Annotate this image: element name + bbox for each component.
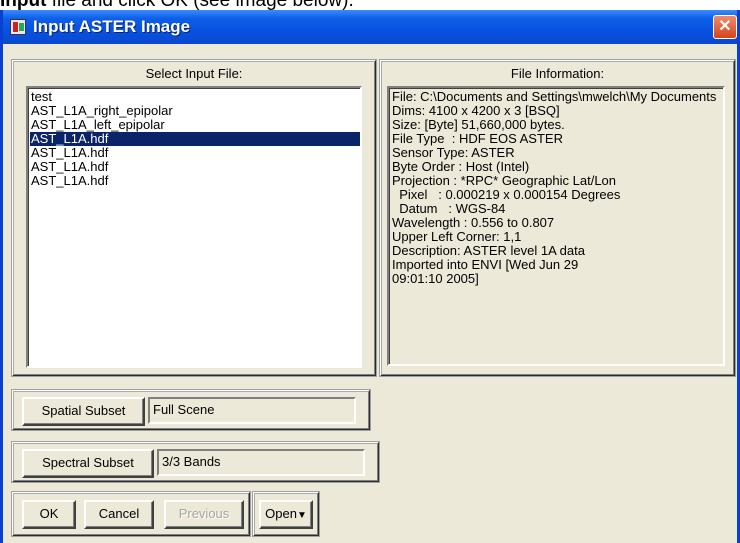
open-button-frame: Open▼ bbox=[252, 491, 320, 537]
info-line: File Type : HDF EOS ASTER bbox=[392, 131, 563, 146]
previous-button[interactable]: Previous bbox=[164, 500, 244, 529]
cancel-button[interactable]: Cancel bbox=[84, 500, 154, 529]
info-line: Description: ASTER level 1A data bbox=[392, 243, 585, 258]
open-button[interactable]: Open▼ bbox=[259, 500, 313, 529]
info-line: Imported into ENVI [Wed Jun 29 bbox=[392, 257, 579, 272]
title-bar[interactable]: Input ASTER Image ✕ bbox=[3, 10, 737, 44]
spectral-subset-row: Spectral Subset 3/3 Bands bbox=[11, 441, 380, 483]
info-line: Pixel : 0.000219 x 0.000154 Degrees bbox=[392, 187, 621, 202]
spatial-subset-value: Full Scene bbox=[148, 397, 356, 424]
ok-button[interactable]: OK bbox=[22, 500, 76, 529]
info-line: Datum : WGS-84 bbox=[392, 201, 506, 216]
spatial-subset-row: Spatial Subset Full Scene bbox=[11, 389, 371, 431]
file-information-heading: File Information: bbox=[510, 66, 605, 81]
select-input-heading: Select Input File: bbox=[145, 66, 243, 81]
info-line: Size: [Byte] 51,660,000 bytes. bbox=[392, 117, 565, 132]
info-line: File: C:\Documents and Settings\mwelch\M… bbox=[392, 89, 717, 104]
file-list-item[interactable]: AST_L1A.hdf bbox=[30, 160, 360, 174]
file-listbox[interactable]: test AST_L1A_right_epipolar AST_L1A_left_e… bbox=[26, 86, 362, 368]
file-list-item[interactable]: test bbox=[30, 90, 360, 104]
app-icon bbox=[10, 19, 26, 35]
file-list: test AST_L1A_right_epipolar AST_L1A_left_e… bbox=[30, 90, 360, 188]
info-line: Upper Left Corner: 1,1 bbox=[392, 229, 522, 244]
info-line: Byte Order : Host (Intel) bbox=[392, 159, 530, 174]
info-line: Projection : *RPC* Geographic Lat/Lon bbox=[392, 173, 617, 188]
spatial-subset-button[interactable]: Spatial Subset bbox=[22, 397, 145, 426]
file-information-text: File: C:\Documents and Settings\mwelch\M… bbox=[387, 86, 725, 366]
spectral-subset-value: 3/3 Bands bbox=[157, 449, 365, 476]
info-line: Sensor Type: ASTER bbox=[392, 145, 515, 160]
file-list-item[interactable]: AST_L1A.hdf bbox=[30, 146, 360, 160]
info-line: Wavelength : 0.556 to 0.807 bbox=[392, 215, 555, 230]
bottom-button-row: OK Cancel Previous bbox=[11, 491, 251, 537]
info-line: 09:01:10 2005] bbox=[392, 271, 479, 286]
input-aster-dialog: Input ASTER Image ✕ Select Input File: t… bbox=[0, 10, 740, 543]
file-list-item[interactable]: AST_L1A_right_epipolar bbox=[30, 104, 360, 118]
file-list-item[interactable]: AST_L1A.hdf bbox=[30, 174, 360, 188]
close-icon[interactable]: ✕ bbox=[713, 15, 737, 39]
spectral-subset-button[interactable]: Spectral Subset bbox=[22, 449, 154, 478]
file-information-panel: File Information: File: C:\Documents and… bbox=[379, 59, 736, 377]
dropdown-arrow-icon: ▼ bbox=[296, 510, 307, 521]
open-label: Open bbox=[265, 506, 297, 521]
info-lines: File: C:\Documents and Settings\mwelch\M… bbox=[392, 90, 723, 286]
file-list-item[interactable]: AST_L1A_left_epipolar bbox=[30, 118, 360, 132]
window-title: Input ASTER Image bbox=[33, 17, 191, 36]
info-line: Dims: 4100 x 4200 x 3 [BSQ] bbox=[392, 103, 560, 118]
file-list-item[interactable]: AST_L1A.hdf bbox=[30, 132, 360, 146]
select-input-panel: Select Input File: test AST_L1A_right_epi… bbox=[11, 59, 377, 377]
